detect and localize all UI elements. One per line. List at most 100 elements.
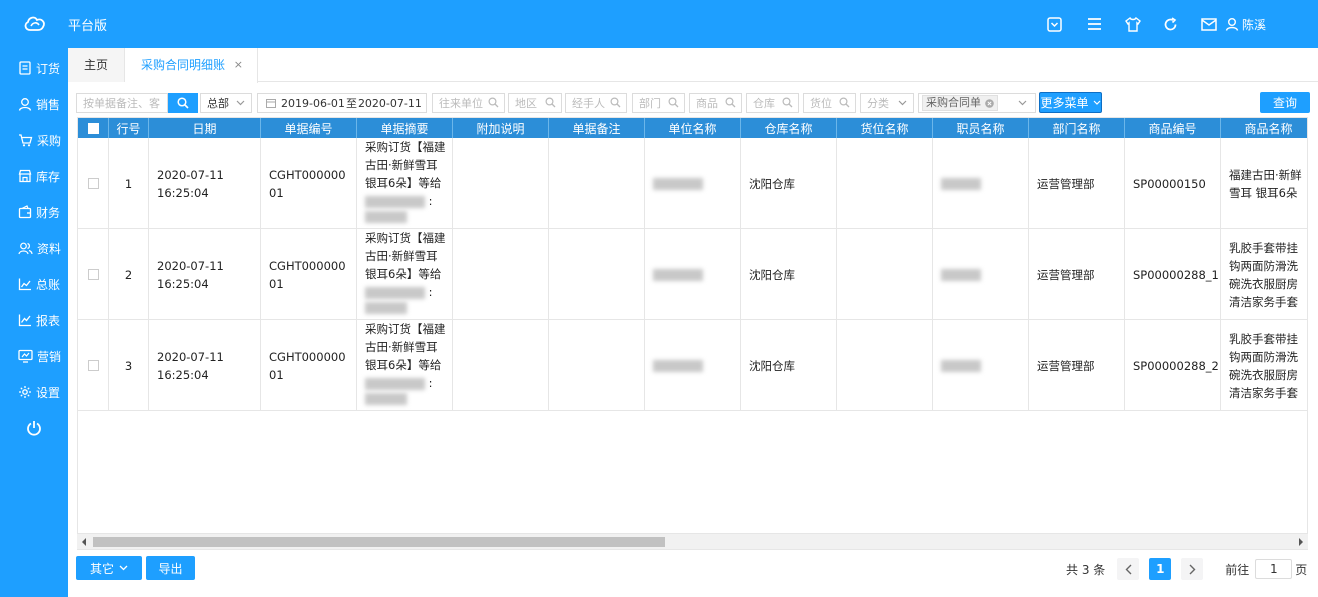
sidebar-item-label: 采购 xyxy=(37,133,62,148)
next-page-button[interactable] xyxy=(1181,558,1204,580)
dept-filter[interactable]: 部门 xyxy=(632,93,685,113)
grid-header: 行号 日期 单据编号 单据摘要 附加说明 单据备注 单位名称 仓库名称 货位名称… xyxy=(78,118,1307,138)
sidebar-item-order[interactable]: 订货 xyxy=(0,50,68,86)
dropdown-box-icon[interactable] xyxy=(1045,14,1065,34)
sidebar-item-ledger[interactable]: 总账 xyxy=(0,266,68,302)
more-menu-button[interactable]: 更多菜单 xyxy=(1039,92,1102,113)
location-placeholder: 货位 xyxy=(810,97,832,110)
date-to: 2020-07-11 xyxy=(357,96,422,110)
other-menu-button[interactable]: 其它 xyxy=(76,556,142,580)
partner-cell xyxy=(645,320,741,411)
summary-cell: 采购订货【福建古田·新鲜雪耳银耳6朵】等给 : xyxy=(357,320,453,411)
page-1-button[interactable]: 1 xyxy=(1149,558,1172,580)
warehouse-cell: 沈阳仓库 xyxy=(741,138,837,229)
table-row[interactable]: 3 2020-07-11 16:25:04 CGHT00000001 采购订货【… xyxy=(78,320,1307,411)
chevron-left-icon xyxy=(1125,564,1132,574)
goods-placeholder: 商品 xyxy=(696,97,718,110)
goods-code-cell: SP00000150 xyxy=(1125,138,1221,229)
redacted-text xyxy=(653,359,703,372)
sidebar-item-label: 库存 xyxy=(36,169,61,184)
extra-note-cell xyxy=(453,229,549,320)
region-filter[interactable]: 地区 xyxy=(508,93,562,113)
col-header[interactable]: 商品编号 xyxy=(1125,118,1221,138)
logout-button[interactable] xyxy=(0,410,68,446)
chevron-down-icon xyxy=(119,565,128,571)
sidebar-item-marketing[interactable]: 营销 xyxy=(0,338,68,374)
warehouse-filter[interactable]: 仓库 xyxy=(746,93,799,113)
col-header[interactable]: 单据编号 xyxy=(261,118,357,138)
sidebar-item-settings[interactable]: 设置 xyxy=(0,374,68,410)
summary-cell: 采购订货【福建古田·新鲜雪耳银耳6朵】等给 : xyxy=(357,138,453,229)
top-bar: 平台版 陈溪 xyxy=(0,0,1318,48)
goods-filter[interactable]: 商品 xyxy=(689,93,742,113)
checkbox[interactable] xyxy=(87,178,99,189)
doc-note-cell xyxy=(549,320,645,411)
chart-icon xyxy=(18,278,31,291)
tag-close-icon[interactable] xyxy=(985,98,994,108)
sidebar-item-sales[interactable]: 销售 xyxy=(0,86,68,122)
col-header[interactable]: 行号 xyxy=(109,118,149,138)
col-header[interactable]: 部门名称 xyxy=(1029,118,1125,138)
checkbox[interactable] xyxy=(87,360,99,371)
col-header[interactable]: 货位名称 xyxy=(837,118,933,138)
table-row[interactable]: 1 2020-07-11 16:25:04 CGHT00000001 采购订货【… xyxy=(78,138,1307,229)
search-input[interactable]: 按单据备注、客 xyxy=(76,93,168,113)
location-filter[interactable]: 货位 xyxy=(803,93,856,113)
col-header[interactable]: 附加说明 xyxy=(453,118,549,138)
col-header[interactable]: 单据备注 xyxy=(549,118,645,138)
col-header[interactable]: 商品名称 xyxy=(1221,118,1307,138)
export-button[interactable]: 导出 xyxy=(146,556,195,580)
tab-purchase-contract-detail[interactable]: 采购合同明细账 × xyxy=(125,48,258,83)
tab-home[interactable]: 主页 xyxy=(68,48,125,82)
col-header[interactable]: 单据摘要 xyxy=(357,118,453,138)
redacted-text xyxy=(941,359,981,372)
col-header[interactable]: 单位名称 xyxy=(645,118,741,138)
user-menu[interactable]: 陈溪 xyxy=(1225,16,1266,33)
date-cell: 2020-07-11 16:25:04 xyxy=(149,138,261,229)
cart-icon xyxy=(19,134,33,147)
cloud-logo-icon xyxy=(24,16,45,31)
select-all-checkbox[interactable] xyxy=(78,118,109,138)
search-button[interactable] xyxy=(168,93,198,113)
horizontal-scrollbar[interactable] xyxy=(77,533,1308,549)
sidebar-item-finance[interactable]: 财务 xyxy=(0,194,68,230)
menu-icon[interactable] xyxy=(1085,14,1105,34)
scroll-left-icon[interactable] xyxy=(81,538,87,546)
query-button[interactable]: 查询 xyxy=(1260,92,1310,113)
sidebar-item-data[interactable]: 资料 xyxy=(0,230,68,266)
doc-note-cell xyxy=(549,138,645,229)
skin-shirt-icon[interactable] xyxy=(1123,14,1143,34)
sidebar-item-inventory[interactable]: 库存 xyxy=(0,158,68,194)
checkbox[interactable] xyxy=(87,122,99,134)
checkbox[interactable] xyxy=(87,269,99,280)
scrollbar-thumb[interactable] xyxy=(93,537,665,547)
prev-page-button[interactable] xyxy=(1117,558,1140,580)
category-select[interactable]: 分类 xyxy=(860,93,914,113)
sidebar-item-purchase[interactable]: 采购 xyxy=(0,122,68,158)
summary-cell: 采购订货【福建古田·新鲜雪耳银耳6朵】等给 : xyxy=(357,229,453,320)
date-separator: 至 xyxy=(345,97,357,110)
close-icon[interactable]: × xyxy=(234,48,243,82)
goto-page-input[interactable]: 1 xyxy=(1255,559,1293,579)
row-checkbox-cell[interactable] xyxy=(78,229,109,320)
extra-note-cell xyxy=(453,320,549,411)
col-header[interactable]: 仓库名称 xyxy=(741,118,837,138)
table-row[interactable]: 2 2020-07-11 16:25:04 CGHT00000001 采购订货【… xyxy=(78,229,1307,320)
sidebar-item-report[interactable]: 报表 xyxy=(0,302,68,338)
col-header[interactable]: 日期 xyxy=(149,118,261,138)
user-icon xyxy=(18,98,32,111)
date-range-picker[interactable]: 2019-06-01 至 2020-07-11 xyxy=(257,93,427,113)
doc-type-select[interactable]: 采购合同单 xyxy=(918,93,1036,113)
row-checkbox-cell[interactable] xyxy=(78,320,109,411)
handler-filter[interactable]: 经手人 xyxy=(565,93,627,113)
scroll-right-icon[interactable] xyxy=(1298,538,1304,546)
employee-cell xyxy=(933,229,1029,320)
partner-filter[interactable]: 往来单位 xyxy=(432,93,505,113)
mail-icon[interactable] xyxy=(1199,14,1219,34)
more-menu-label: 更多菜单 xyxy=(1040,96,1089,110)
col-header[interactable]: 职员名称 xyxy=(933,118,1029,138)
chevron-down-icon xyxy=(898,100,907,106)
refresh-icon[interactable] xyxy=(1161,14,1181,34)
scope-select[interactable]: 总部 xyxy=(200,93,252,113)
row-checkbox-cell[interactable] xyxy=(78,138,109,229)
